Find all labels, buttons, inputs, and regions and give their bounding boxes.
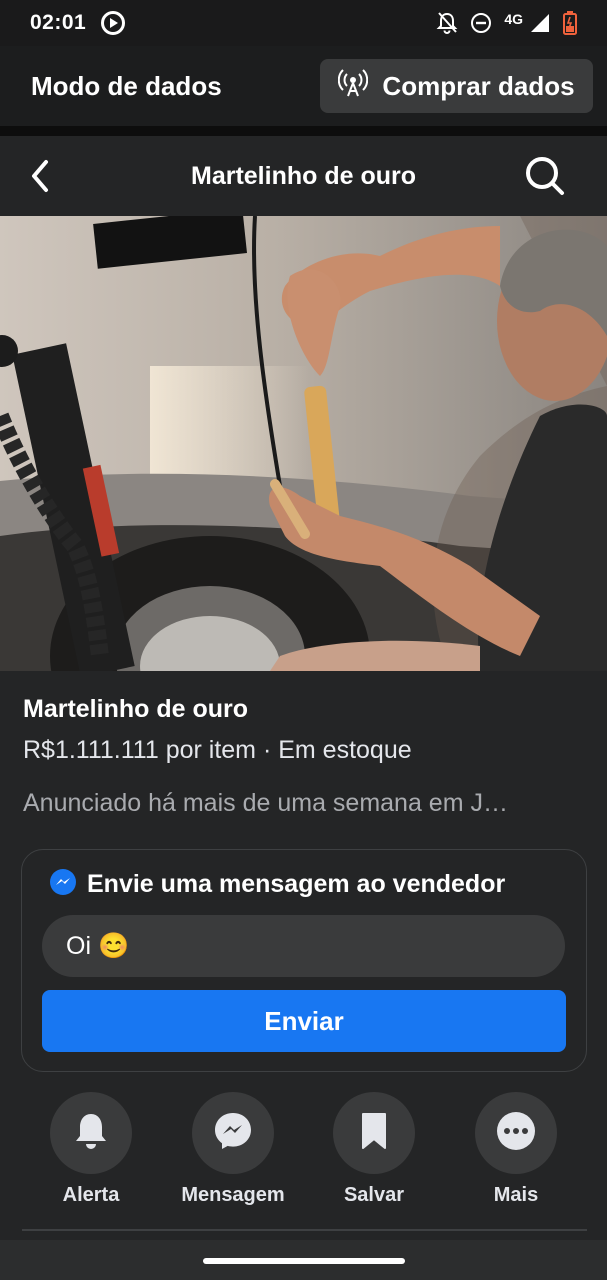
alert-label: Alerta (62, 1184, 120, 1206)
message-input-text: Oi 😊 (66, 931, 130, 960)
status-icons: 4G (436, 11, 577, 35)
messenger-icon (212, 1110, 254, 1157)
listing-info: Martelinho de ouro R$1.111.111 por item … (23, 671, 583, 818)
messenger-icon (49, 868, 77, 901)
listing-photo[interactable] (0, 216, 607, 671)
status-bar: 02:01 4G (0, 0, 607, 46)
status-time: 02:01 (30, 11, 87, 34)
alert-action[interactable]: Alerta (21, 1092, 161, 1207)
message-heading-row: Envie uma mensagem ao vendedor (49, 868, 505, 901)
listing-posted[interactable]: Anunciado há mais de uma semana em J… (23, 789, 583, 818)
data-mode-title: Modo de dados (31, 70, 222, 101)
page-title: Martelinho de ouro (191, 161, 416, 190)
message-seller-card: Envie uma mensagem ao vendedor Oi 😊 Envi… (21, 849, 587, 1072)
divider (22, 1229, 587, 1231)
save-button[interactable] (333, 1092, 415, 1174)
buy-data-button[interactable]: Comprar dados (320, 59, 593, 113)
more-label: Mais (493, 1184, 539, 1206)
bookmark-icon (358, 1111, 390, 1156)
save-label: Salvar (343, 1184, 405, 1206)
more-action[interactable]: Mais (446, 1092, 586, 1207)
save-action[interactable]: Salvar (304, 1092, 444, 1207)
home-indicator[interactable] (203, 1258, 405, 1264)
broadcast-icon (338, 68, 369, 105)
message-label: Mensagem (181, 1184, 285, 1206)
bell-off-icon (436, 11, 458, 35)
do-not-disturb-icon (470, 12, 492, 34)
buy-data-label: Comprar dados (382, 70, 575, 101)
action-row: Alerta Mensagem Salvar Mais (0, 1092, 607, 1222)
listing-price: R$1.111.111 por item · Em estoque (23, 736, 412, 764)
divider (0, 126, 607, 136)
play-circle-icon (100, 10, 126, 36)
data-mode-bar: Modo de dados Comprar dados (0, 46, 607, 126)
gesture-bar (0, 1240, 607, 1280)
more-icon (495, 1110, 537, 1157)
message-action[interactable]: Mensagem (163, 1092, 303, 1207)
message-button[interactable] (192, 1092, 274, 1174)
top-nav: Martelinho de ouro (0, 136, 607, 216)
send-button[interactable]: Enviar (42, 990, 566, 1052)
signal-icon (529, 12, 551, 34)
message-input[interactable]: Oi 😊 (42, 915, 565, 977)
battery-low-icon (563, 11, 577, 35)
network-type: 4G (504, 11, 523, 27)
listing-title: Martelinho de ouro (23, 695, 248, 723)
search-icon[interactable] (523, 154, 567, 198)
bell-icon (72, 1111, 110, 1156)
back-arrow-icon[interactable] (26, 156, 56, 196)
more-button[interactable] (475, 1092, 557, 1174)
alert-button[interactable] (50, 1092, 132, 1174)
message-heading: Envie uma mensagem ao vendedor (87, 870, 506, 898)
